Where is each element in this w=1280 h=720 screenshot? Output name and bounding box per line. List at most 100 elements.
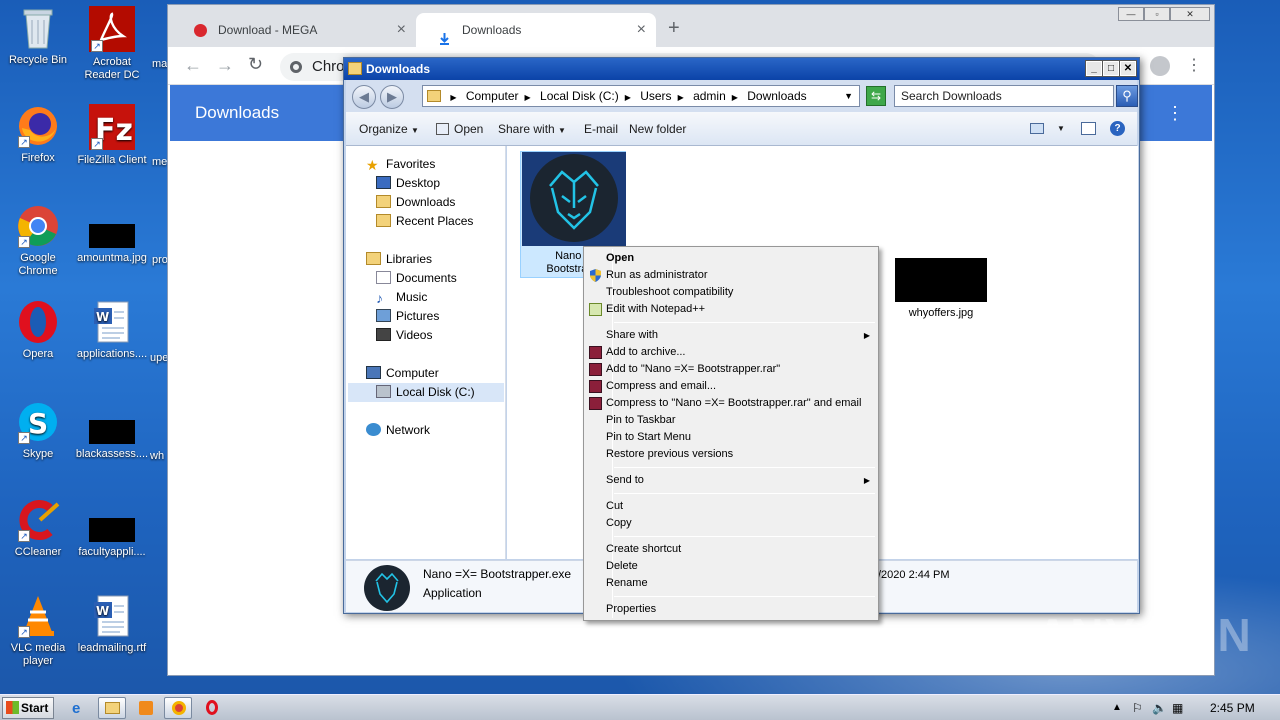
nav-downloads[interactable]: Downloads xyxy=(376,193,455,212)
ie-icon[interactable]: e xyxy=(66,697,94,719)
desktop-icon-ccleaner[interactable]: ↗ CCleaner xyxy=(0,498,76,559)
nav-videos[interactable]: Videos xyxy=(376,326,432,345)
nav-computer[interactable]: Computer xyxy=(366,364,439,383)
chrome-minimize-button[interactable]: — xyxy=(1118,7,1144,21)
preview-pane-icon[interactable] xyxy=(1081,122,1096,135)
menu-item-compress-email[interactable]: Compress and email... xyxy=(586,378,876,395)
chrome-menu-icon[interactable]: ⋮ xyxy=(1186,55,1202,75)
menu-item-rename[interactable]: Rename xyxy=(586,575,876,592)
new-tab-button[interactable]: + xyxy=(668,17,680,40)
explorer-icon[interactable] xyxy=(98,697,126,719)
menu-item-run-as-admin[interactable]: Run as administrator xyxy=(586,267,876,284)
tab-mega[interactable]: Download - MEGA × xyxy=(172,13,416,47)
refresh-icon[interactable]: ⇆ xyxy=(866,86,886,106)
search-icon[interactable]: ⚲ xyxy=(1116,85,1138,107)
address-dropdown-icon[interactable]: ▼ xyxy=(844,86,853,106)
submenu-arrow-icon: ▶ xyxy=(863,476,870,485)
breadcrumb-downloads[interactable]: Downloads xyxy=(747,86,806,106)
menu-item-properties[interactable]: Properties xyxy=(586,601,876,618)
tray-expand-icon[interactable]: ▲ xyxy=(1112,695,1122,720)
desktop-icon-skype[interactable]: S ↗ Skype xyxy=(0,400,76,461)
desktop-icon-amountma[interactable]: amountma.jpg xyxy=(74,204,150,265)
volume-icon[interactable]: 🔈 xyxy=(1152,695,1167,720)
nav-recent-places[interactable]: Recent Places xyxy=(376,212,473,231)
menu-item-troubleshoot[interactable]: Troubleshoot compatibility xyxy=(586,284,876,301)
profile-avatar-icon[interactable] xyxy=(1150,56,1170,76)
chrome-icon[interactable] xyxy=(164,697,192,719)
desktop-icon-chrome[interactable]: ↗ Google Chrome xyxy=(0,204,76,278)
desktop-icon-label: Recycle Bin xyxy=(8,54,68,66)
reload-icon[interactable]: ↻ xyxy=(248,54,263,75)
media-player-icon[interactable] xyxy=(132,697,160,719)
new-folder-button[interactable]: New folder xyxy=(629,112,686,146)
clock[interactable]: 2:45 PM xyxy=(1210,695,1255,720)
opera-icon[interactable] xyxy=(198,697,226,719)
nav-network[interactable]: Network xyxy=(366,421,430,440)
help-icon[interactable]: ? xyxy=(1110,121,1125,136)
chrome-maximize-button[interactable]: ▫ xyxy=(1144,7,1170,21)
change-view-icon[interactable] xyxy=(1030,123,1044,134)
explorer-close-button[interactable]: ✕ xyxy=(1119,60,1137,77)
breadcrumb[interactable]: ▶ Computer ▶ Local Disk (C:) ▶ Users ▶ admi… xyxy=(422,85,860,107)
chrome-close-button[interactable]: ✕ xyxy=(1170,7,1210,21)
file-name-whyoffers[interactable]: whyoffers.jpg xyxy=(885,307,997,319)
forward-button[interactable]: ▶ xyxy=(380,85,404,109)
desktop-icon-label: leadmailing.rtf xyxy=(77,642,147,654)
desktop-icon-firefox[interactable]: ↗ Firefox xyxy=(0,104,76,165)
nav-favorites[interactable]: ★ Favorites xyxy=(366,155,435,174)
breadcrumb-users[interactable]: Users xyxy=(640,86,671,106)
close-tab-icon[interactable]: × xyxy=(637,13,646,47)
breadcrumb-computer[interactable]: Computer xyxy=(466,86,519,106)
menu-item-cut[interactable]: Cut xyxy=(586,498,876,515)
desktop-icon-blackassess[interactable]: blackassess.... xyxy=(74,400,150,461)
downloads-menu-icon[interactable]: ⋮ xyxy=(1166,85,1184,141)
desktop-icon-opera[interactable]: Opera xyxy=(0,300,76,361)
back-icon[interactable]: ← xyxy=(184,55,202,76)
search-input[interactable]: Search Downloads xyxy=(894,85,1114,107)
menu-item-send-to[interactable]: Send to ▶ xyxy=(586,472,876,489)
share-with-button[interactable]: Share with ▼ xyxy=(498,112,566,148)
nav-pictures[interactable]: Pictures xyxy=(376,307,439,326)
desktop-icon-leadmailing[interactable]: W leadmailing.rtf xyxy=(74,594,150,655)
forward-icon[interactable]: → xyxy=(216,55,234,76)
action-center-icon[interactable]: ⚐ xyxy=(1132,695,1143,720)
breadcrumb-local-disk[interactable]: Local Disk (C:) xyxy=(540,86,619,106)
menu-item-add-archive[interactable]: Add to archive... xyxy=(586,344,876,361)
menu-item-delete[interactable]: Delete xyxy=(586,558,876,575)
start-button[interactable]: Start xyxy=(2,697,54,719)
open-button[interactable]: Open xyxy=(436,112,483,146)
desktop-icon-vlc[interactable]: ↗ VLC media player xyxy=(0,594,76,668)
back-button[interactable]: ◀ xyxy=(352,85,376,109)
menu-item-restore-versions[interactable]: Restore previous versions xyxy=(586,446,876,463)
close-tab-icon[interactable]: × xyxy=(397,13,406,47)
desktop-icon-acrobat[interactable]: ↗ Acrobat Reader DC xyxy=(74,6,150,82)
nav-libraries[interactable]: Libraries xyxy=(366,250,432,269)
menu-item-copy[interactable]: Copy xyxy=(586,515,876,532)
explorer-minimize-button[interactable]: _ xyxy=(1085,60,1103,77)
image-file-icon[interactable] xyxy=(895,258,987,302)
explorer-maximize-button[interactable]: □ xyxy=(1102,60,1120,77)
organize-button[interactable]: Organize ▼ xyxy=(359,112,419,148)
tab-downloads[interactable]: Downloads × xyxy=(416,13,656,47)
menu-item-add-rar[interactable]: Add to "Nano =X= Bootstrapper.rar" xyxy=(586,361,876,378)
menu-item-compress-rar-email[interactable]: Compress to "Nano =X= Bootstrapper.rar" … xyxy=(586,395,876,412)
menu-item-create-shortcut[interactable]: Create shortcut xyxy=(586,541,876,558)
menu-item-edit-notepadpp[interactable]: Edit with Notepad++ xyxy=(586,301,876,318)
menu-item-pin-taskbar[interactable]: Pin to Taskbar xyxy=(586,412,876,429)
breadcrumb-admin[interactable]: admin xyxy=(693,86,726,106)
view-dropdown-icon[interactable]: ▼ xyxy=(1057,112,1065,146)
menu-item-share-with[interactable]: Share with ▶ xyxy=(586,327,876,344)
desktop-icon-applications[interactable]: W applications.... xyxy=(74,300,150,361)
desktop-icon-recycle-bin[interactable]: Recycle Bin xyxy=(0,6,76,67)
network-tray-icon[interactable]: ▦ xyxy=(1172,695,1183,720)
nav-desktop[interactable]: Desktop xyxy=(376,174,440,193)
email-button[interactable]: E-mail xyxy=(584,112,618,146)
nav-documents[interactable]: Documents xyxy=(376,269,457,288)
desktop-icon-facultyappli[interactable]: facultyappli.... xyxy=(74,498,150,559)
desktop-icon-filezilla[interactable]: Fz ↗ FileZilla Client xyxy=(74,104,150,167)
menu-item-pin-start[interactable]: Pin to Start Menu xyxy=(586,429,876,446)
menu-item-open[interactable]: Open xyxy=(586,250,876,267)
nav-music[interactable]: ♪ Music xyxy=(376,288,427,307)
nav-local-disk[interactable]: Local Disk (C:) xyxy=(376,383,475,402)
taskbar: Start e ▲ ⚐ 🔈 ▦ 2:45 PM xyxy=(0,694,1280,720)
